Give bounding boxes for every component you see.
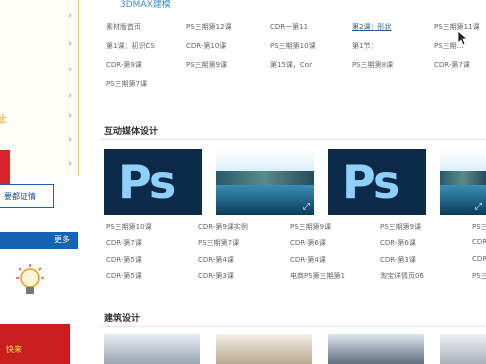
course-link[interactable]: PS三期第12课 bbox=[186, 22, 232, 32]
course-link[interactable]: PS三期第7课 bbox=[198, 238, 239, 248]
category-item[interactable]: › bbox=[0, 159, 78, 169]
course-link[interactable]: PS三期第8课 bbox=[352, 60, 393, 70]
chevron-right-icon: › bbox=[68, 39, 72, 49]
course-link[interactable]: CDR-第10课 bbox=[186, 41, 226, 51]
course-link[interactable]: 第1课：初识CS bbox=[106, 41, 155, 51]
course-link[interactable]: 第15课，Cor bbox=[270, 60, 312, 70]
video-course-thumbnail[interactable]: ⤢ bbox=[216, 149, 314, 215]
course-link[interactable]: 素材版首页 bbox=[106, 22, 141, 32]
section-title-3dmax: 3DMAX建模 bbox=[120, 0, 171, 10]
course-link[interactable]: PS三 bbox=[472, 222, 486, 232]
architecture-thumbnail[interactable] bbox=[104, 334, 200, 364]
course-link[interactable]: CDR-第7课 bbox=[434, 60, 470, 70]
course-link[interactable]: 第1节： bbox=[352, 41, 377, 51]
photoshop-logo: Ps bbox=[118, 155, 176, 209]
expand-icon: ⤢ bbox=[302, 202, 310, 212]
course-link[interactable]: 淘宝详情页06 bbox=[380, 271, 424, 281]
chevron-right-icon: › bbox=[68, 135, 72, 145]
course-link[interactable]: CDR-第4课 bbox=[290, 255, 326, 265]
category-item[interactable]: 止 › bbox=[0, 111, 78, 125]
architecture-thumbnail[interactable] bbox=[328, 334, 424, 364]
course-link[interactable]: CDR-第3课 bbox=[380, 255, 416, 265]
architecture-thumbnail[interactable] bbox=[440, 334, 486, 364]
course-link[interactable]: CDR-第9课实例 bbox=[198, 222, 248, 232]
course-link[interactable]: 第2课：形状 bbox=[352, 22, 391, 32]
promo-banner[interactable]: 快来 bbox=[0, 324, 70, 364]
course-link[interactable]: PS三期第10课 bbox=[106, 222, 152, 232]
section-title-architecture: 建筑设计 bbox=[104, 314, 141, 324]
chevron-right-icon: › bbox=[68, 11, 72, 21]
category-item[interactable]: › bbox=[0, 65, 78, 75]
photoshop-course-thumbnail[interactable]: Ps bbox=[328, 149, 426, 215]
course-link[interactable]: CDR-第6课 bbox=[290, 238, 326, 248]
section-divider bbox=[100, 139, 486, 140]
course-link[interactable]: PS三期第9课 bbox=[380, 222, 421, 232]
course-link[interactable]: CDR一第11 bbox=[270, 22, 308, 32]
course-link[interactable]: CDR-第4课 bbox=[198, 255, 234, 265]
chevron-right-icon: › bbox=[68, 65, 72, 75]
course-link[interactable]: CDR-第9课 bbox=[106, 60, 142, 70]
course-link[interactable]: CDR-第7课 bbox=[106, 238, 142, 248]
section-divider bbox=[100, 326, 486, 327]
photoshop-course-thumbnail[interactable]: Ps bbox=[104, 149, 202, 215]
chevron-right-icon: › bbox=[68, 159, 72, 169]
category-menu: › › › › 止 › › › bbox=[0, 0, 79, 176]
category-highlight: 止 bbox=[0, 115, 8, 125]
course-link[interactable]: CDR-第5课 bbox=[106, 271, 142, 281]
lightbulb-icon bbox=[16, 264, 44, 294]
chevron-right-icon: › bbox=[68, 91, 72, 101]
category-item[interactable]: › bbox=[0, 91, 78, 101]
section-title-interactive: 互动媒体设计 bbox=[104, 127, 159, 137]
course-link[interactable]: PS三期第10课 bbox=[270, 41, 316, 51]
landscape-hills bbox=[216, 171, 314, 185]
course-link[interactable]: PS三期第9课 bbox=[290, 222, 331, 232]
promo-label: 快来 bbox=[6, 345, 22, 354]
course-link[interactable]: PS三期第9课 bbox=[186, 60, 227, 70]
chevron-right-icon: › bbox=[68, 111, 72, 121]
course-link[interactable]: CDR bbox=[472, 238, 486, 246]
course-link[interactable]: CDR bbox=[472, 255, 486, 263]
mouse-cursor-icon bbox=[457, 30, 469, 46]
video-course-thumbnail[interactable]: ⤢ bbox=[440, 149, 486, 215]
course-link[interactable]: CDR-第5课 bbox=[106, 255, 142, 265]
architecture-thumbnail[interactable] bbox=[216, 334, 312, 364]
category-item[interactable]: › bbox=[0, 135, 78, 145]
course-link[interactable]: 电商PS第三期第1 bbox=[290, 271, 345, 281]
main-content: 3DMAX建模 素材版首页 PS三期第12课 CDR一第11 第2课：形状 PS三期第1… bbox=[100, 0, 486, 364]
course-link[interactable]: CDR-第6课 bbox=[380, 238, 416, 248]
sidebar-blue-bar: 更多 bbox=[0, 232, 78, 249]
expand-icon: ⤢ bbox=[474, 202, 482, 212]
photoshop-logo: Ps bbox=[342, 155, 400, 209]
course-link[interactable]: CDR-第3课 bbox=[198, 271, 234, 281]
left-sidebar: › › › › 止 › › › 要都证情 更多 快来 bbox=[0, 0, 80, 364]
course-link[interactable]: PS三 bbox=[472, 271, 486, 281]
category-item[interactable]: › bbox=[0, 39, 78, 49]
category-item[interactable]: › bbox=[0, 11, 78, 21]
course-link[interactable]: PS三期第7课 bbox=[106, 79, 147, 89]
sidebar-box[interactable]: 要都证情 bbox=[0, 184, 54, 208]
more-link[interactable]: 更多 bbox=[54, 234, 70, 245]
landscape-hills bbox=[440, 171, 486, 185]
